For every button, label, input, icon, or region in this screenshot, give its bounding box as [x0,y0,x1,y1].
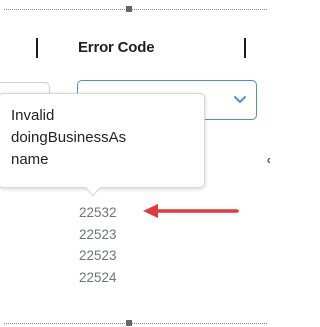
selection-border-top [4,9,267,10]
resize-handle-bottom[interactable] [126,320,132,326]
error-code-cell[interactable]: 22532 [79,203,117,223]
column-separator[interactable] [244,38,246,58]
error-code-cell[interactable]: 22523 [79,246,117,266]
resize-handle-top[interactable] [126,6,132,12]
tooltip-text-line: Invalid [11,107,55,124]
error-code-list: 22532 22523 22523 22524 [79,203,117,290]
error-tooltip: Invalid doingBusinessAs name [0,93,205,188]
tooltip-arrow [86,187,100,197]
edge-mark [267,158,271,163]
chevron-down-icon[interactable] [232,91,248,107]
selection-border-bottom [4,323,267,324]
column-header-error-code[interactable]: Error Code [78,39,155,56]
red-arrow-icon [143,204,239,218]
error-code-cell[interactable]: 22524 [79,268,117,288]
table-header-row: Error Code [0,26,271,70]
tooltip-text-line: name [11,151,49,168]
column-separator[interactable] [36,38,38,58]
tooltip-text-line: doingBusinessAs [11,129,127,146]
error-code-cell[interactable]: 22523 [79,225,117,245]
